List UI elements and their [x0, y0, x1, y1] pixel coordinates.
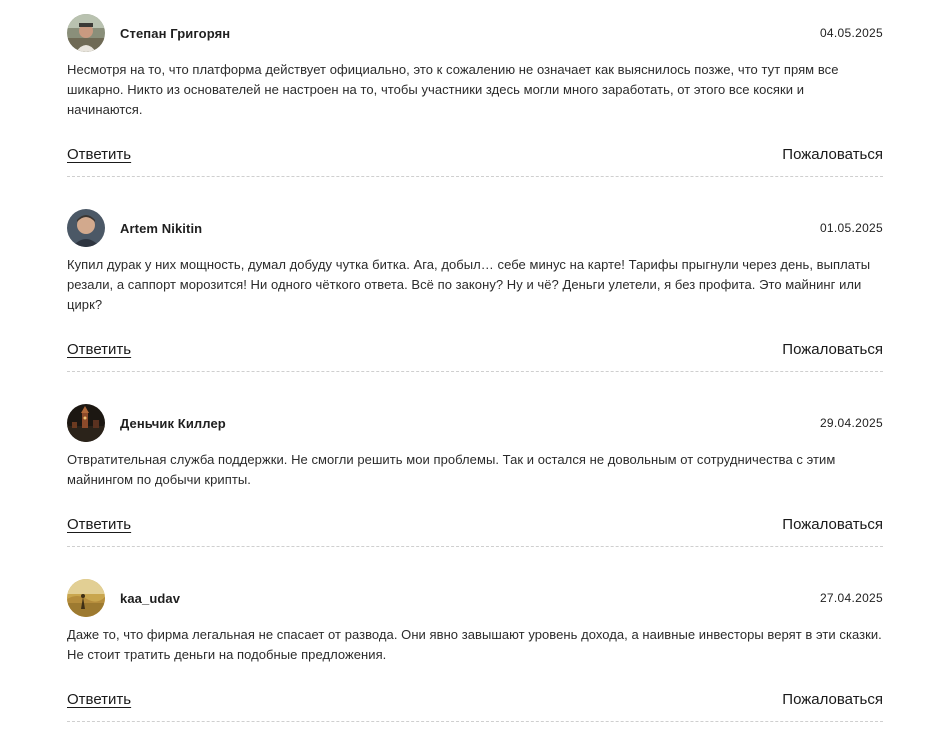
- avatar: [67, 209, 105, 247]
- comment-actions: Ответить Пожаловаться: [67, 689, 883, 709]
- comment-list: Степан Григорян 04.05.2025 Несмотря на т…: [67, 14, 883, 730]
- comment-text: Отвратительная служба поддержки. Не смог…: [67, 452, 836, 487]
- comment-divider: [67, 721, 883, 722]
- avatar-photo-night-city-icon: [67, 404, 105, 442]
- comment-author: kaa_udav: [120, 590, 181, 606]
- avatar-photo-man-outdoors-icon: [67, 14, 105, 52]
- comment-text: Несмотря на то, что платформа действует …: [67, 62, 839, 117]
- comment-header: Artem Nikitin 01.05.2025: [67, 209, 883, 247]
- comment-item: Степан Григорян 04.05.2025 Несмотря на т…: [67, 14, 883, 177]
- comment-date: 04.05.2025: [819, 26, 883, 40]
- reply-button[interactable]: Ответить: [67, 146, 131, 163]
- reply-button[interactable]: Ответить: [67, 691, 131, 708]
- comment-item: kaa_udav 27.04.2025 Даже то, что фирма л…: [67, 579, 883, 722]
- comment-item: Artem Nikitin 01.05.2025 Купил дурак у н…: [67, 209, 883, 372]
- comment-text: Даже то, что фирма легальная не спасает …: [67, 627, 882, 662]
- comment-date: 01.05.2025: [819, 221, 883, 235]
- comment-date: 29.04.2025: [819, 416, 883, 430]
- comment-date: 27.04.2025: [819, 591, 883, 605]
- avatar-photo-golden-field-icon: [67, 579, 105, 617]
- comment-actions: Ответить Пожаловаться: [67, 339, 883, 359]
- avatar-photo-man-portrait-icon: [67, 209, 105, 247]
- comment-actions: Ответить Пожаловаться: [67, 144, 883, 164]
- reply-button[interactable]: Ответить: [67, 516, 131, 533]
- avatar: [67, 404, 105, 442]
- comment-text: Купил дурак у них мощность, думал добуду…: [67, 257, 871, 312]
- report-button[interactable]: Пожаловаться: [782, 516, 883, 533]
- report-button[interactable]: Пожаловаться: [782, 341, 883, 358]
- report-button[interactable]: Пожаловаться: [782, 691, 883, 708]
- report-button[interactable]: Пожаловаться: [782, 146, 883, 163]
- comment-header: Степан Григорян 04.05.2025: [67, 14, 883, 52]
- avatar: [67, 579, 105, 617]
- comment-actions: Ответить Пожаловаться: [67, 514, 883, 534]
- comment-item: Деньчик Киллер 29.04.2025 Отвратительная…: [67, 404, 883, 547]
- comment-author: Artem Nikitin: [120, 220, 203, 236]
- comment-header: Деньчик Киллер 29.04.2025: [67, 404, 883, 442]
- comment-divider: [67, 176, 883, 177]
- comment-author: Деньчик Киллер: [120, 415, 226, 431]
- comment-header: kaa_udav 27.04.2025: [67, 579, 883, 617]
- comment-divider: [67, 371, 883, 372]
- comment-author: Степан Григорян: [120, 25, 231, 41]
- reply-button[interactable]: Ответить: [67, 341, 131, 358]
- comment-divider: [67, 546, 883, 547]
- avatar: [67, 14, 105, 52]
